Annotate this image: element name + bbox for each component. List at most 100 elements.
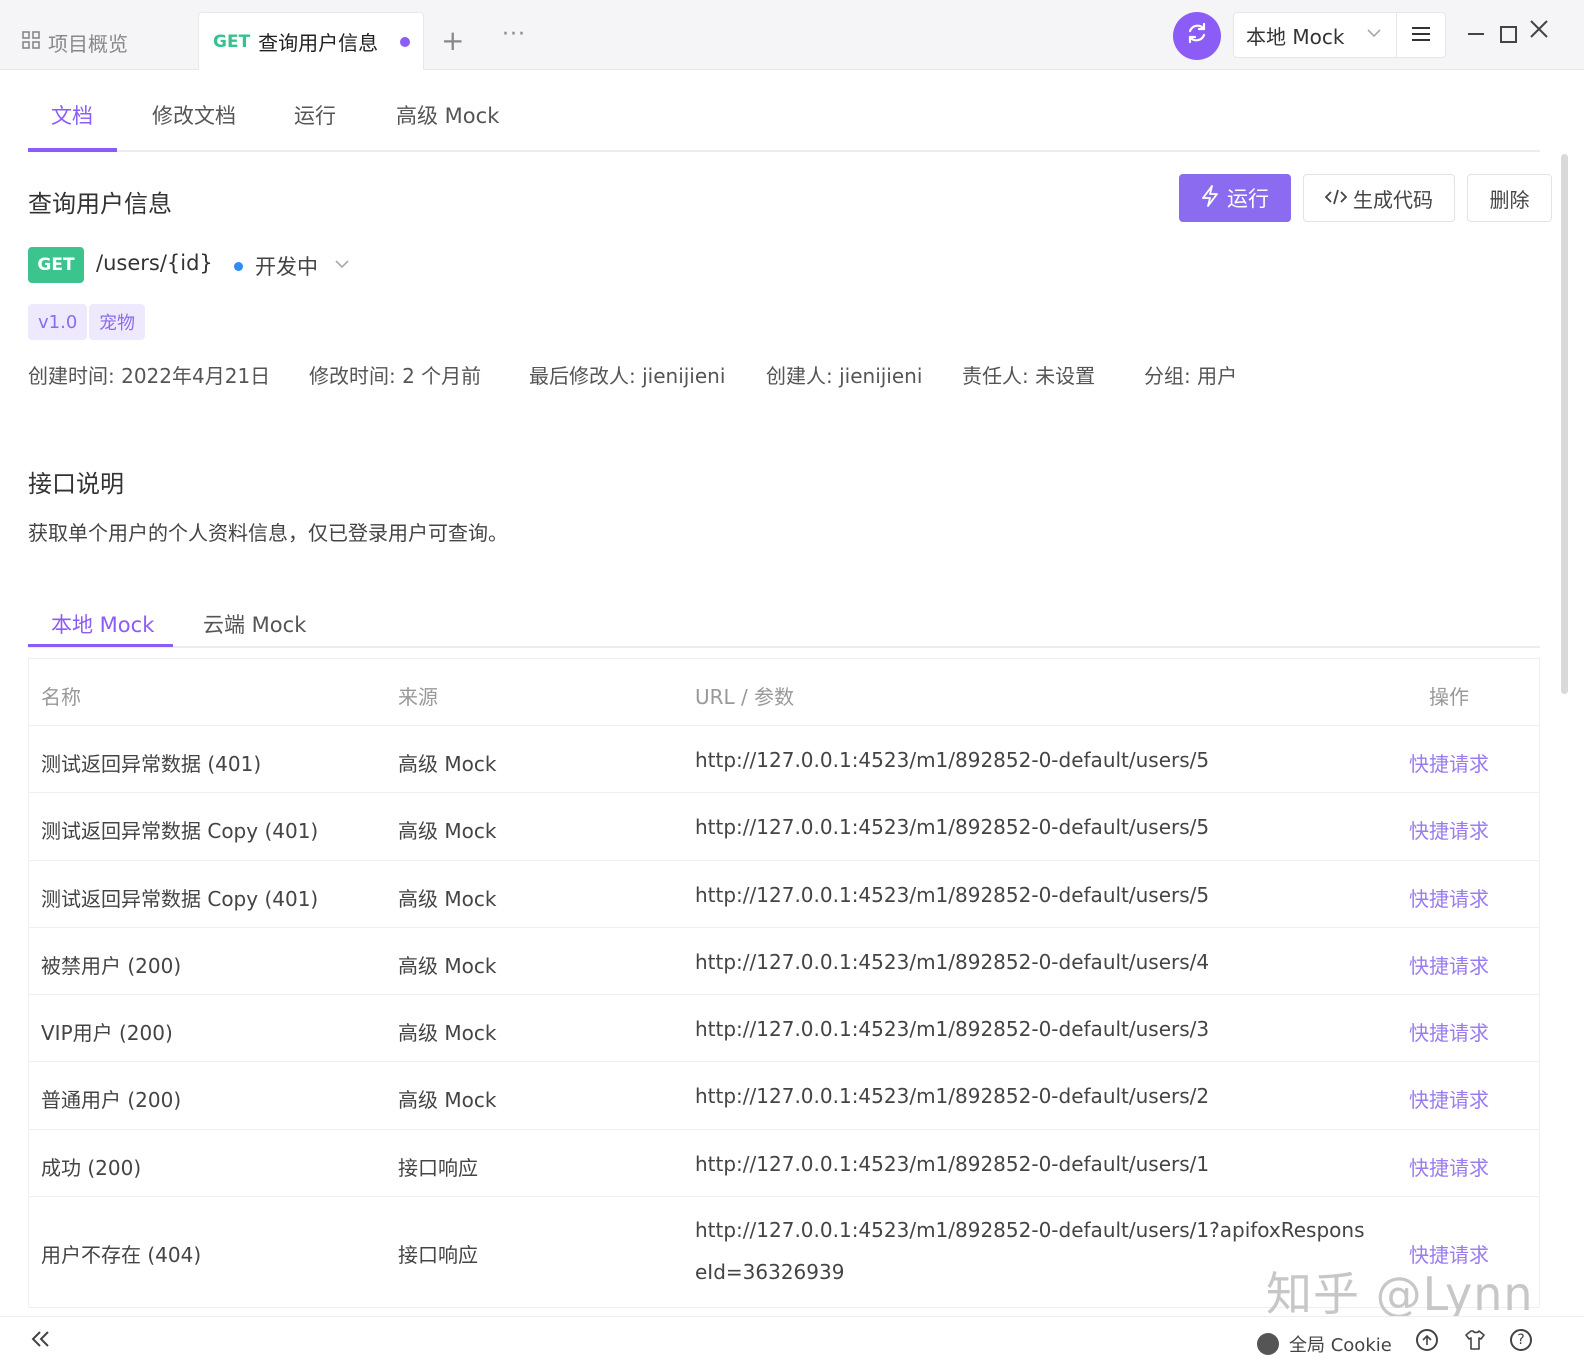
row-name: VIP用户 (200) [41, 1021, 173, 1045]
column-header-name: 名称 [41, 685, 81, 709]
upload-icon[interactable] [1416, 1329, 1438, 1351]
delete-button[interactable]: 删除 [1467, 174, 1552, 222]
mock-table: 名称 来源 URL / 参数 操作 测试返回异常数据 (401) 高级 Mock… [28, 658, 1540, 1308]
run-button[interactable]: 运行 [1179, 174, 1291, 222]
help-icon[interactable]: ? [1510, 1329, 1532, 1351]
row-name: 测试返回异常数据 Copy (401) [41, 887, 319, 911]
tab-local-mock[interactable]: 本地 Mock [51, 609, 154, 639]
column-header-url: URL / 参数 [695, 685, 795, 709]
tab-project-overview[interactable]: 项目概览 [22, 20, 128, 64]
window-minimize-button[interactable] [1466, 14, 1486, 44]
code-icon [1324, 186, 1348, 210]
doc-sub-navigation: 文档 修改文档 运行 高级 Mock [28, 72, 1540, 152]
meta-last-modifier: 最后修改人: jienijieni [529, 364, 726, 388]
row-name: 用户不存在 (404) [41, 1243, 202, 1267]
environment-select[interactable]: 本地 Mock [1233, 12, 1397, 58]
table-row: 测试返回异常数据 Copy (401) 高级 Mock http://127.0… [29, 793, 1539, 861]
table-row: 被禁用户 (200) 高级 Mock http://127.0.0.1:4523… [29, 928, 1539, 995]
run-button-label: 运行 [1227, 187, 1269, 211]
tab-doc[interactable]: 文档 [51, 100, 93, 130]
status-dot-icon [234, 261, 243, 271]
top-tab-bar: 项目概览 GET 查询用户信息 + ··· 本地 Mock [0, 0, 1584, 70]
tab-title-label: 查询用户信息 [258, 31, 379, 55]
row-source: 高级 Mock [398, 752, 497, 776]
row-name: 测试返回异常数据 Copy (401) [41, 819, 319, 843]
vertical-scrollbar[interactable] [1561, 154, 1568, 694]
tab-query-user-info[interactable]: GET 查询用户信息 [198, 12, 424, 70]
row-name: 测试返回异常数据 (401) [41, 752, 262, 776]
row-url: http://127.0.0.1:4523/m1/892852-0-defaul… [695, 883, 1210, 907]
tab-advanced-mock[interactable]: 高级 Mock [396, 100, 499, 130]
quick-request-link[interactable]: 快捷请求 [1409, 883, 1489, 912]
global-cookie-button[interactable]: 全局 Cookie [1257, 1331, 1392, 1357]
sync-button[interactable] [1173, 12, 1221, 60]
row-url: http://127.0.0.1:4523/m1/892852-0-defaul… [695, 748, 1210, 772]
table-row: 测试返回异常数据 Copy (401) 高级 Mock http://127.0… [29, 861, 1539, 928]
shirt-icon[interactable] [1464, 1329, 1486, 1356]
environment-menu-button[interactable] [1397, 12, 1446, 58]
row-source: 高级 Mock [398, 1088, 497, 1112]
window-maximize-button[interactable] [1500, 26, 1517, 43]
quick-request-link[interactable]: 快捷请求 [1409, 1152, 1489, 1181]
endpoint-path: /users/{id} [96, 251, 213, 275]
row-name: 普通用户 (200) [41, 1088, 182, 1112]
table-header: 名称 来源 URL / 参数 操作 [29, 659, 1539, 726]
status-select[interactable]: 开发中 [234, 251, 350, 281]
column-header-action: 操作 [1429, 685, 1469, 709]
quick-request-link[interactable]: 快捷请求 [1409, 1017, 1489, 1046]
window-close-button[interactable] [1528, 14, 1550, 47]
quick-request-link[interactable]: 快捷请求 [1409, 950, 1489, 979]
unsaved-dot-icon [400, 36, 411, 47]
quick-request-link[interactable]: 快捷请求 [1409, 1084, 1489, 1113]
quick-request-link[interactable]: 快捷请求 [1409, 815, 1489, 844]
more-tabs-button[interactable]: ··· [502, 22, 526, 47]
row-name: 被禁用户 (200) [41, 954, 182, 978]
row-source: 接口响应 [398, 1243, 478, 1267]
status-label: 开发中 [255, 255, 318, 279]
collapse-sidebar-button[interactable] [30, 1327, 52, 1357]
tab-project-overview-label: 项目概览 [48, 31, 128, 56]
tag-version: v1.0 [28, 304, 88, 340]
page-title: 查询用户信息 [28, 190, 172, 218]
tag-category: 宠物 [89, 304, 145, 340]
meta-created-time: 创建时间: 2022年4月21日 [28, 364, 271, 388]
table-row: 成功 (200) 接口响应 http://127.0.0.1:4523/m1/8… [29, 1130, 1539, 1197]
row-url: http://127.0.0.1:4523/m1/892852-0-defaul… [695, 1017, 1210, 1041]
environment-select-label: 本地 Mock [1246, 24, 1345, 49]
row-name: 成功 (200) [41, 1156, 142, 1180]
active-tab-indicator [28, 148, 117, 152]
chevron-down-icon [1366, 25, 1382, 45]
row-url: http://127.0.0.1:4523/m1/892852-0-defaul… [695, 815, 1210, 839]
row-source: 高级 Mock [398, 954, 497, 978]
generate-code-button[interactable]: 生成代码 [1303, 174, 1455, 222]
status-bar: 全局 Cookie ? [0, 1316, 1584, 1370]
table-row: 测试返回异常数据 (401) 高级 Mock http://127.0.0.1:… [29, 726, 1539, 793]
quick-request-link[interactable]: 快捷请求 [1409, 748, 1489, 777]
meta-modified-time: 修改时间: 2 个月前 [309, 364, 482, 388]
new-tab-button[interactable]: + [441, 24, 464, 57]
meta-owner: 责任人: 未设置 [962, 364, 1096, 388]
row-url: http://127.0.0.1:4523/m1/892852-0-defaul… [695, 950, 1210, 974]
row-source: 高级 Mock [398, 887, 497, 911]
watermark: 知乎 @Lynn [1266, 1267, 1534, 1321]
tab-run[interactable]: 运行 [294, 100, 336, 130]
row-url: http://127.0.0.1:4523/m1/892852-0-defaul… [695, 1152, 1210, 1176]
tab-edit-doc[interactable]: 修改文档 [152, 100, 236, 130]
row-url: http://127.0.0.1:4523/m1/892852-0-defaul… [695, 1084, 1210, 1108]
mock-tabs: 本地 Mock 云端 Mock [28, 598, 1540, 648]
global-cookie-label: 全局 Cookie [1289, 1335, 1392, 1356]
meta-creator: 创建人: jienijieni [766, 364, 923, 388]
row-source: 高级 Mock [398, 1021, 497, 1045]
chevron-down-icon [334, 256, 350, 276]
table-row: VIP用户 (200) 高级 Mock http://127.0.0.1:452… [29, 995, 1539, 1062]
table-row: 普通用户 (200) 高级 Mock http://127.0.0.1:4523… [29, 1062, 1539, 1130]
column-header-source: 来源 [398, 685, 438, 709]
description-heading: 接口说明 [28, 470, 124, 498]
sync-icon [1185, 21, 1209, 51]
tab-method-label: GET [213, 31, 251, 52]
row-source: 接口响应 [398, 1156, 478, 1180]
lightning-icon [1201, 184, 1219, 212]
grid-icon [22, 30, 40, 54]
cookie-icon [1257, 1333, 1279, 1355]
tab-cloud-mock[interactable]: 云端 Mock [203, 609, 306, 639]
